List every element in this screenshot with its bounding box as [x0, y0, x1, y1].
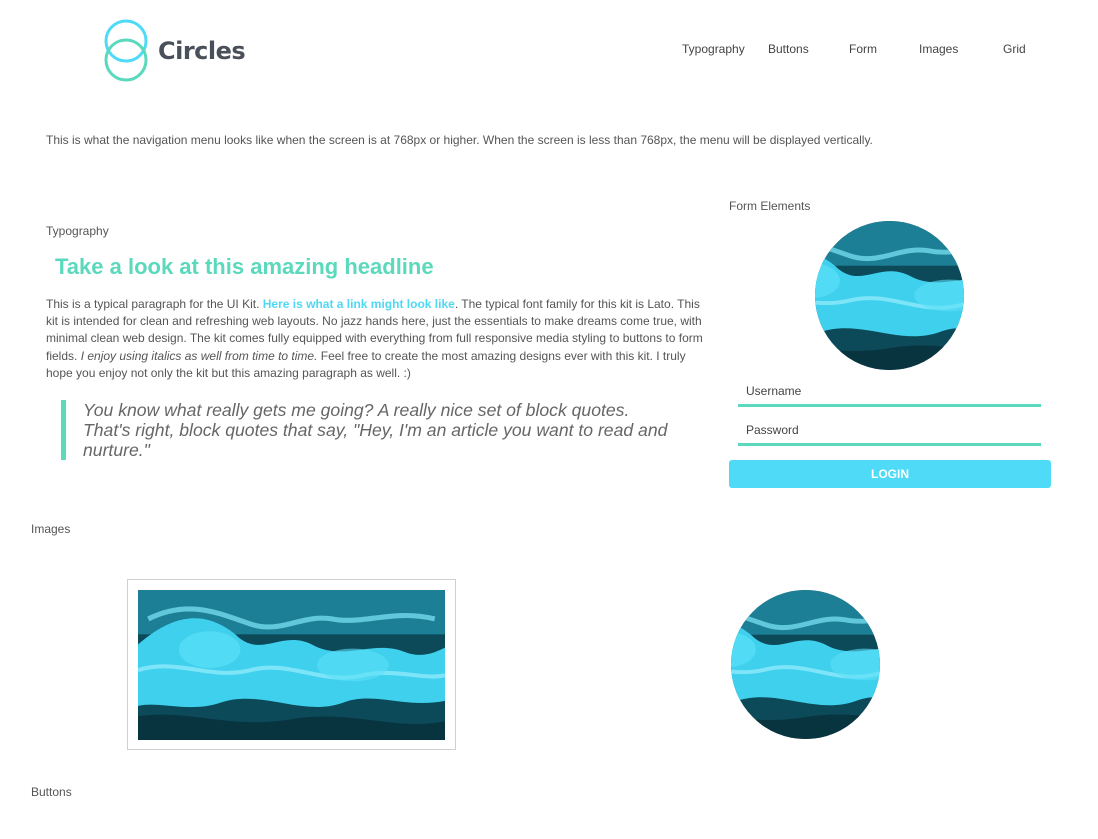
nav-item-form[interactable]: Form — [849, 42, 877, 56]
password-field[interactable] — [738, 416, 1041, 446]
circles-logo-icon — [104, 19, 148, 82]
ocean-wave-image — [815, 221, 964, 370]
body-paragraph: This is a typical paragraph for the UI K… — [46, 296, 711, 382]
main-nav: Typography Buttons Form Images Grid — [672, 42, 1052, 60]
circle-image — [731, 590, 880, 739]
italic-text: I enjoy using italics as well from time … — [80, 348, 318, 363]
nav-item-typography[interactable]: Typography — [682, 42, 745, 56]
buttons-section-label: Buttons — [31, 785, 72, 799]
framed-image — [127, 579, 456, 750]
sample-link[interactable]: Here is what a link might look like — [263, 297, 455, 311]
username-field[interactable] — [738, 377, 1041, 407]
brand-logo[interactable]: Circles — [103, 19, 246, 83]
form-avatar-image — [815, 221, 964, 370]
ocean-wave-image — [138, 590, 445, 740]
nav-item-grid[interactable]: Grid — [1003, 42, 1026, 56]
block-quote-text: You know what really gets me going? A re… — [83, 400, 668, 460]
typography-section-label: Typography — [46, 224, 109, 238]
paragraph-start: This is a typical paragraph for the UI K… — [46, 297, 263, 311]
framed-image-content — [138, 590, 445, 740]
form-section-label: Form Elements — [729, 199, 811, 213]
headline: Take a look at this amazing headline — [55, 254, 434, 279]
nav-item-images[interactable]: Images — [919, 42, 958, 56]
login-button[interactable]: LOGIN — [729, 460, 1051, 488]
brand-name: Circles — [158, 37, 246, 65]
block-quote: You know what really gets me going? A re… — [61, 400, 671, 460]
nav-item-buttons[interactable]: Buttons — [768, 42, 809, 56]
images-section-label: Images — [31, 522, 71, 536]
intro-text: This is what the navigation menu looks l… — [46, 133, 873, 147]
ocean-wave-image — [731, 590, 880, 739]
